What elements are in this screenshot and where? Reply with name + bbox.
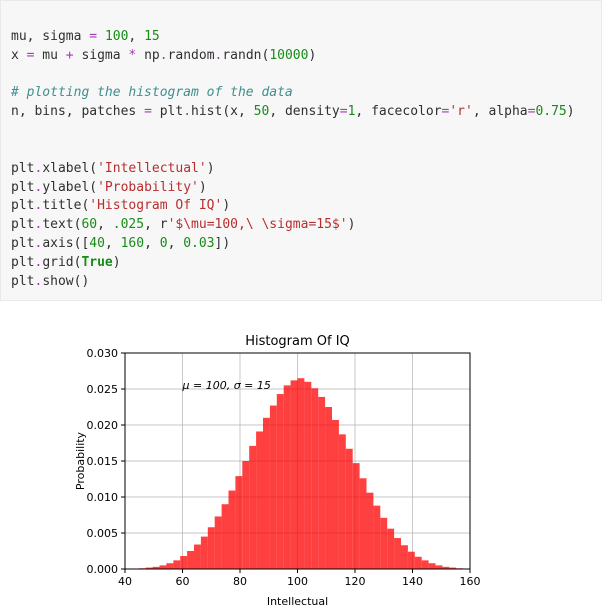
- histogram-bar: [298, 378, 305, 569]
- histogram-bar: [208, 527, 215, 569]
- histogram-bar: [367, 492, 374, 568]
- histogram-bar: [277, 394, 284, 569]
- histogram-bar: [318, 397, 325, 569]
- x-tick-label: 140: [402, 575, 423, 588]
- x-tick-label: 120: [345, 575, 366, 588]
- code-text: mu, sigma: [11, 29, 89, 44]
- histogram-bar: [166, 563, 173, 569]
- x-tick-label: 160: [460, 575, 481, 588]
- histogram-bar: [173, 560, 180, 569]
- histogram-bar: [346, 448, 353, 568]
- y-axis-label: Probability: [74, 431, 87, 490]
- y-tick-label: 0.030: [87, 347, 119, 360]
- histogram-bar: [194, 544, 201, 568]
- y-tick-label: 0.005: [87, 527, 119, 540]
- y-tick-label: 0.025: [87, 383, 119, 396]
- histogram-bar: [180, 556, 187, 569]
- histogram-bar: [229, 490, 236, 568]
- x-tick-label: 100: [287, 575, 308, 588]
- code-cell: mu, sigma = 100, 15 x = mu + sigma * np.…: [0, 0, 602, 301]
- histogram-bar: [160, 565, 167, 569]
- x-tick-label: 40: [118, 575, 132, 588]
- chart-output: 40 60 80 100 120 140 160 0.000 0.005 0.010 0.015 0.…: [0, 301, 602, 611]
- histogram-bar: [408, 551, 415, 568]
- histogram-bar: [422, 560, 429, 569]
- histogram-bar: [394, 538, 401, 569]
- histogram-bar: [360, 478, 367, 569]
- histogram-bar: [325, 407, 332, 569]
- histogram-bar: [291, 380, 298, 569]
- histogram-bar: [270, 405, 277, 568]
- y-tick-label: 0.010: [87, 491, 119, 504]
- histogram-bar: [187, 551, 194, 569]
- y-tick-label: 0.000: [87, 563, 119, 576]
- x-axis-label: Intellectual: [267, 595, 328, 608]
- code-comment: # plotting the histogram of the data: [11, 85, 293, 100]
- histogram-bar: [311, 388, 318, 569]
- histogram-bar: [249, 446, 256, 569]
- histogram-chart: 40 60 80 100 120 140 160 0.000 0.005 0.010 0.015 0.…: [70, 331, 480, 611]
- histogram-bar: [401, 545, 408, 569]
- histogram-bar: [263, 417, 270, 568]
- histogram-bar: [380, 518, 387, 569]
- chart-title: Histogram Of IQ: [245, 334, 350, 349]
- x-tick-label: 60: [176, 575, 190, 588]
- histogram-bar: [387, 528, 394, 568]
- x-tick-label: 80: [233, 575, 247, 588]
- histogram-bar: [235, 476, 242, 569]
- histogram-bar: [304, 381, 311, 568]
- histogram-bar: [256, 431, 263, 569]
- chart-annotation: μ = 100, σ = 15: [182, 379, 271, 392]
- histogram-bar: [284, 385, 291, 569]
- histogram-bar: [415, 556, 422, 568]
- histogram-bar: [339, 434, 346, 569]
- histogram-bar: [353, 463, 360, 569]
- y-tick-label: 0.015: [87, 455, 119, 468]
- histogram-bar: [215, 516, 222, 569]
- histogram-bar: [242, 461, 249, 569]
- histogram-bar: [201, 536, 208, 568]
- histogram-bar: [436, 565, 443, 569]
- y-tick-label: 0.020: [87, 419, 119, 432]
- histogram-bar: [332, 420, 339, 569]
- histogram-bar: [429, 563, 436, 569]
- histogram-bar: [222, 504, 229, 569]
